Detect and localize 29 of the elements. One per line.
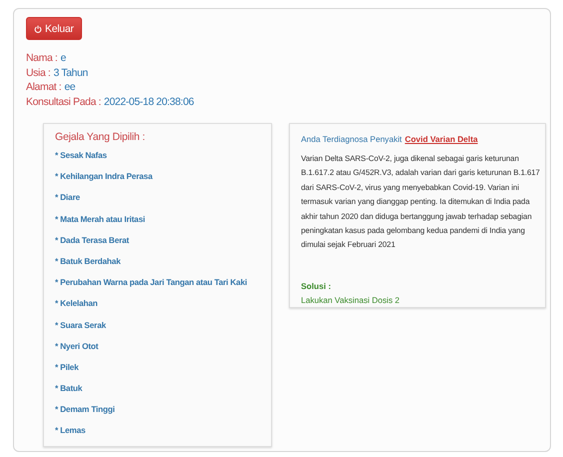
symptom-item: * Kelelahan — [55, 298, 99, 310]
symptom-item: * Demam Tinggi — [55, 404, 116, 416]
symptom-item: * Mata Merah atau Iritasi — [55, 214, 146, 226]
symptom-item: * Perubahan Warna pada Jari Tangan atau Tari Kaki — [55, 277, 248, 290]
solution-text: Lakukan Vaksinasi Dosis 2 — [301, 294, 401, 305]
diagnosis-intro: Anda Terdiagnosa Penyakit — [301, 134, 402, 144]
section-title: Gejala Yang Dipilih : — [55, 131, 146, 143]
symptom-item: * Dada Terasa Berat — [55, 234, 130, 247]
symptom-item: * Nyeri Otot — [55, 340, 100, 353]
field-value: 2022-05-18 20:38:06 — [104, 96, 194, 108]
symptom-item: * Suara Serak — [55, 320, 107, 332]
field-label: Nama : — [26, 52, 58, 64]
solution-label: Solusi : — [301, 280, 332, 291]
field-label: Konsultasi Pada : — [26, 96, 101, 108]
symptom-item: * Lemas — [55, 425, 86, 438]
logout-button[interactable]: Keluar — [26, 17, 82, 40]
field-value: ee — [64, 81, 76, 93]
symptom-item: * Diare — [55, 192, 81, 204]
field-label: Usia : — [26, 66, 50, 78]
field-value: e — [60, 52, 66, 64]
disease-link[interactable]: Covid Varian Delta — [404, 134, 478, 144]
symptom-item: * Pilek — [55, 362, 80, 374]
symptom-item: * Kehilangan Indra Perasa — [55, 171, 154, 184]
power-icon — [34, 24, 42, 32]
symptom-item: * Sesak Nafas — [55, 150, 108, 162]
symptom-item: * Batuk — [55, 383, 84, 396]
field-label: Alamat : — [26, 81, 62, 93]
field-value: 3 Tahun — [53, 66, 88, 78]
symptom-item: * Batuk Berdahak — [55, 256, 122, 268]
